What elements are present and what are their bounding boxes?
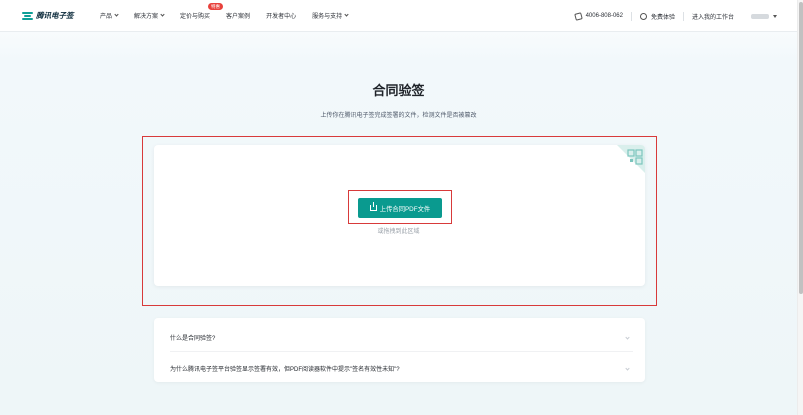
faq-item[interactable]: 为什么腾讯电子签平台验签显示签署有效，但PDF阅读器软件中提示"签名有效性未知"… — [170, 354, 633, 382]
drag-hint: 或拖拽到此区域 — [377, 229, 420, 235]
faq-question: 为什么腾讯电子签平台验签显示签署有效，但PDF阅读器软件中提示"签名有效性未知"… — [170, 366, 400, 373]
faq-item[interactable]: 什么是合同验签? — [170, 324, 633, 352]
menu-item-label: 开发者中心 — [266, 14, 297, 20]
menu-item-support[interactable]: 服务与支持 — [312, 11, 349, 20]
upload-button-label: 上传合同PDF文件 — [379, 205, 431, 213]
qr-corner-icon — [617, 145, 645, 173]
main-menu: 产品 解决方案 定价与购买 特惠 客户案例 开发者中心 服务与支持 — [100, 3, 364, 20]
faq-panel: 什么是合同验签? 为什么腾讯电子签平台验签显示签署有效，但PDF阅读器软件中提示… — [154, 318, 645, 382]
menu-item-label: 定价与购买 — [180, 14, 211, 20]
chevron-down-icon — [114, 12, 119, 17]
divider — [630, 11, 632, 21]
chevron-down-icon — [625, 335, 630, 340]
faq-question: 什么是合同验签? — [170, 336, 216, 342]
menu-item-cases[interactable]: 客户案例 — [226, 11, 250, 20]
top-nav: 腾讯电子签 产品 解决方案 定价与购买 特惠 客户案例 开发者中心 服务与支持 … — [0, 0, 797, 32]
page-title: 合同验签 — [372, 83, 425, 98]
menu-item-label: 客户案例 — [226, 14, 251, 20]
user-name-blurred[interactable] — [751, 13, 769, 19]
menu-item-label: 解决方案 — [134, 14, 159, 20]
scrollbar[interactable] — [797, 0, 803, 415]
phone-number[interactable]: 4006-808-062 — [586, 13, 623, 19]
menu-item-label: 产品 — [100, 14, 113, 20]
chevron-down-icon — [344, 12, 349, 17]
divider — [682, 11, 684, 21]
chevron-down-icon — [625, 365, 630, 371]
trial-icon — [639, 12, 647, 20]
menu-item-label: 服务与支持 — [312, 14, 343, 20]
phone-icon — [573, 11, 583, 21]
workspace-link[interactable]: 进入我的工作台 — [692, 12, 734, 21]
promo-badge: 特惠 — [208, 3, 224, 10]
menu-item-developer[interactable]: 开发者中心 — [266, 11, 296, 20]
menu-item-pricing[interactable]: 定价与购买 特惠 — [180, 3, 224, 20]
menu-item-products[interactable]: 产品 — [100, 11, 119, 20]
nav-right: 4006-808-062 免费体验 进入我的工作台 — [573, 0, 777, 32]
free-trial-link[interactable]: 免费体验 — [651, 12, 675, 21]
divider — [742, 12, 743, 21]
logo-text: 腾讯电子签 — [36, 11, 74, 20]
upload-pdf-button[interactable]: 上传合同PDF文件 — [358, 198, 442, 218]
logo-icon — [22, 11, 33, 20]
caret-down-icon[interactable] — [773, 14, 777, 18]
upload-icon — [369, 202, 377, 211]
menu-item-solutions[interactable]: 解决方案 — [134, 11, 165, 20]
scrollbar-thumb[interactable] — [799, 2, 803, 294]
chevron-down-icon — [160, 12, 165, 17]
logo[interactable]: 腾讯电子签 — [22, 10, 100, 21]
page-subtitle: 上传你在腾讯电子签完成签署的文件，检测文件是否被篡改 — [320, 113, 477, 119]
